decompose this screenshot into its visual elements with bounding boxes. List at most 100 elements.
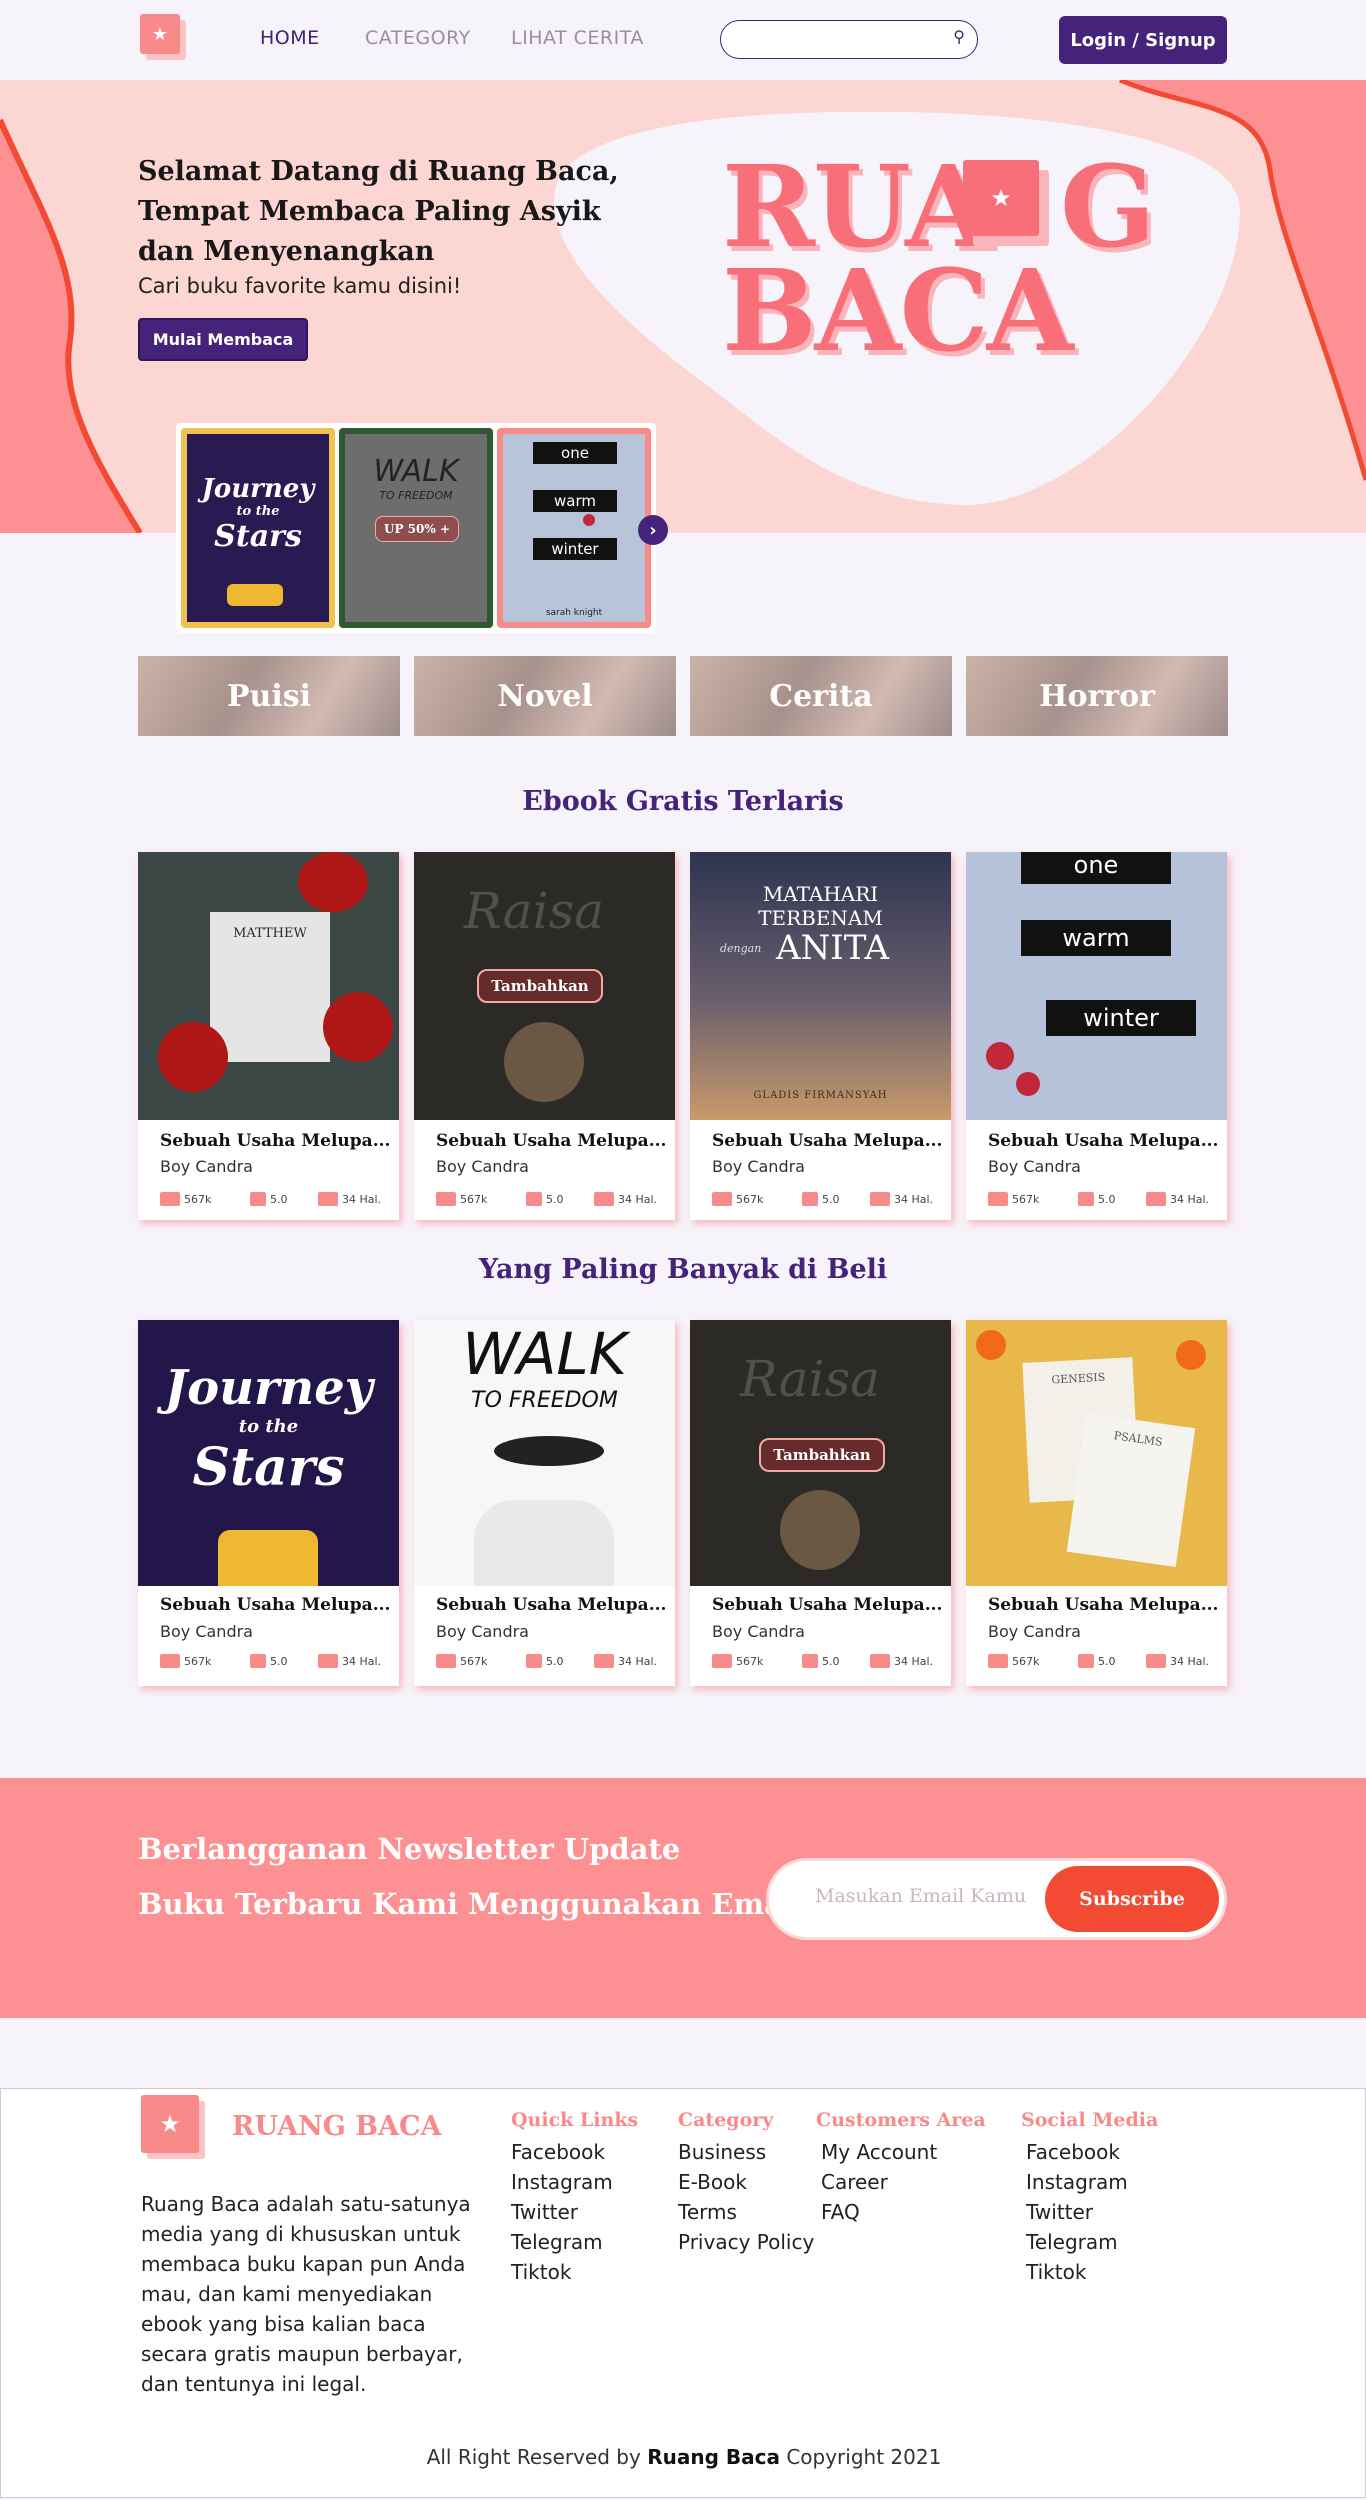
discount-badge[interactable]: UP 50% + [375,516,459,542]
book-cover: WALK TO FREEDOM [414,1320,675,1586]
footer-link[interactable]: Instagram [1021,2167,1158,2197]
tambahkan-button[interactable]: Tambahkan [477,969,603,1003]
cover-text: MATTHEW [210,912,330,1062]
cover-text: dengan [720,942,762,955]
book-title: Sebuah Usaha Melupa... [160,1595,391,1615]
pages-stat: 34 Hal. [318,1192,381,1206]
footer-link[interactable]: My Account [816,2137,986,2167]
rating-stat: 5.0 [526,1192,564,1206]
star-badge-icon [526,1654,542,1668]
book-author: Boy Candra [160,1622,253,1641]
bus-illustration [227,584,283,606]
carousel-cover-one-warm-winter[interactable]: one warm winter sarah knight [497,428,651,628]
newsletter-title-line2: Buku Terbaru Kami Menggunakan Email [138,1887,805,1921]
poinsettia-illustration [298,852,368,912]
views-count: 567k [460,1654,488,1668]
footer-logo[interactable]: ★ [141,2095,199,2153]
footer-link[interactable]: Tiktok [1021,2257,1158,2287]
flower-illustration [1176,1340,1206,1370]
book-card[interactable]: one warm winter Sebuah Usaha Melupa... B… [966,852,1227,1220]
cover-word: one [533,442,617,464]
category-cerita[interactable]: Cerita [690,656,952,736]
rating-stat: 5.0 [526,1654,564,1668]
book-author: Boy Candra [988,1157,1081,1176]
book-cover: Raisa Tambahkan [690,1320,951,1586]
book-card[interactable]: Raisa Tambahkan Sebuah Usaha Melupa... B… [414,852,675,1220]
footer-link[interactable]: Privacy Policy [678,2227,814,2257]
pages-count: 34 Hal. [1170,1192,1210,1206]
pages-count: 34 Hal. [1170,1654,1210,1668]
views-stat: 567k [436,1654,487,1668]
views-count: 567k [1012,1654,1040,1668]
footer-link[interactable]: Twitter [1021,2197,1158,2227]
footer-link[interactable]: Twitter [511,2197,638,2227]
list-icon [870,1654,890,1668]
brand-word-baca: BACA [722,246,1074,377]
book-card[interactable]: MATTHEW Sebuah Usaha Melupa... Boy Candr… [138,852,399,1220]
grid-icon [160,1192,180,1206]
footer-link[interactable]: Tiktok [511,2257,638,2287]
subscribe-button[interactable]: Subscribe [1045,1866,1219,1932]
search-icon[interactable]: ⚲ [953,27,965,46]
rating-value: 5.0 [1098,1192,1116,1206]
cover-text: TO FREEDOM [471,1388,618,1413]
footer-link[interactable]: Career [816,2167,986,2197]
book-title: Sebuah Usaha Melupa... [436,1131,667,1151]
book-cover: GENESIS PSALMS [966,1320,1227,1586]
book-card[interactable]: Raisa Tambahkan Sebuah Usaha Melupa... B… [690,1320,951,1686]
book-card[interactable]: GENESIS PSALMS Sebuah Usaha Melupa... Bo… [966,1320,1227,1686]
footer-link[interactable]: Facebook [1021,2137,1158,2167]
carousel-cover-walk[interactable]: WALK TO FREEDOM UP 50% + [339,428,493,628]
rating-stat: 5.0 [802,1192,840,1206]
star-badge-icon [802,1654,818,1668]
cover-subtitle: TO FREEDOM [379,489,453,502]
section-title-paling-banyak-dibeli: Yang Paling Banyak di Beli [478,1254,888,1285]
book-cover: Raisa Tambahkan [414,852,675,1120]
footer-link[interactable]: Instagram [511,2167,638,2197]
category-novel[interactable]: Novel [414,656,676,736]
footer-link[interactable]: FAQ [816,2197,986,2227]
book-cover: Journey to the Stars [138,1320,399,1586]
nav-home[interactable]: HOME [260,27,320,49]
footer-link[interactable]: Business [678,2137,814,2167]
footer-link[interactable]: Telegram [511,2227,638,2257]
login-signup-button[interactable]: Login / Signup [1059,16,1227,64]
list-icon [594,1654,614,1668]
footer-category: Category Business E-Book Terms Privacy P… [678,2109,814,2257]
book-title: Sebuah Usaha Melupa... [436,1595,667,1615]
nav-lihat-cerita[interactable]: LIHAT CERITA [511,27,644,49]
footer-customers-area: Customers Area My Account Career FAQ [816,2109,986,2227]
pages-count: 34 Hal. [618,1192,658,1206]
logo[interactable]: ★ [140,14,180,54]
chevron-right-icon: › [649,519,657,541]
views-stat: 567k [712,1654,763,1668]
book-card[interactable]: Journey to the Stars Sebuah Usaha Melupa… [138,1320,399,1686]
footer-link[interactable]: Telegram [1021,2227,1158,2257]
rating-value: 5.0 [270,1192,288,1206]
cover-author: sarah knight [545,608,603,618]
footer-link[interactable]: E-Book [678,2167,814,2197]
pages-stat: 34 Hal. [870,1654,933,1668]
newsletter-title-line1: Berlangganan Newsletter Update [138,1832,681,1866]
tambahkan-button[interactable]: Tambahkan [759,1438,885,1472]
footer-description: mau, dan kami menyediakan [141,2282,433,2306]
category-puisi[interactable]: Puisi [138,656,400,736]
category-horror[interactable]: Horror [966,656,1228,736]
copyright-text: All Right Reserved by [426,2445,641,2469]
cover-title: WALK [373,454,459,489]
footer-link[interactable]: Facebook [511,2137,638,2167]
footer-link[interactable]: Terms [678,2197,814,2227]
email-input[interactable]: Masukan Email Kamu [815,1885,1026,1907]
carousel-cover-journey[interactable]: Journey to the Stars [181,428,335,628]
person-illustration [504,1022,584,1102]
rating-value: 5.0 [546,1192,564,1206]
cover-text: MATAHARI [762,882,879,906]
nav-category[interactable]: CATEGORY [365,27,471,49]
bus-illustration [218,1530,318,1586]
mulai-membaca-button[interactable]: Mulai Membaca [138,318,308,361]
book-card[interactable]: WALK TO FREEDOM Sebuah Usaha Melupa... B… [414,1320,675,1686]
search-input[interactable]: ⚲ [720,20,978,59]
book-card[interactable]: MATAHARI TERBENAM dengan ANITA GLADIS FI… [690,852,951,1220]
carousel-next-arrow[interactable]: › [638,515,668,545]
rating-value: 5.0 [546,1654,564,1668]
